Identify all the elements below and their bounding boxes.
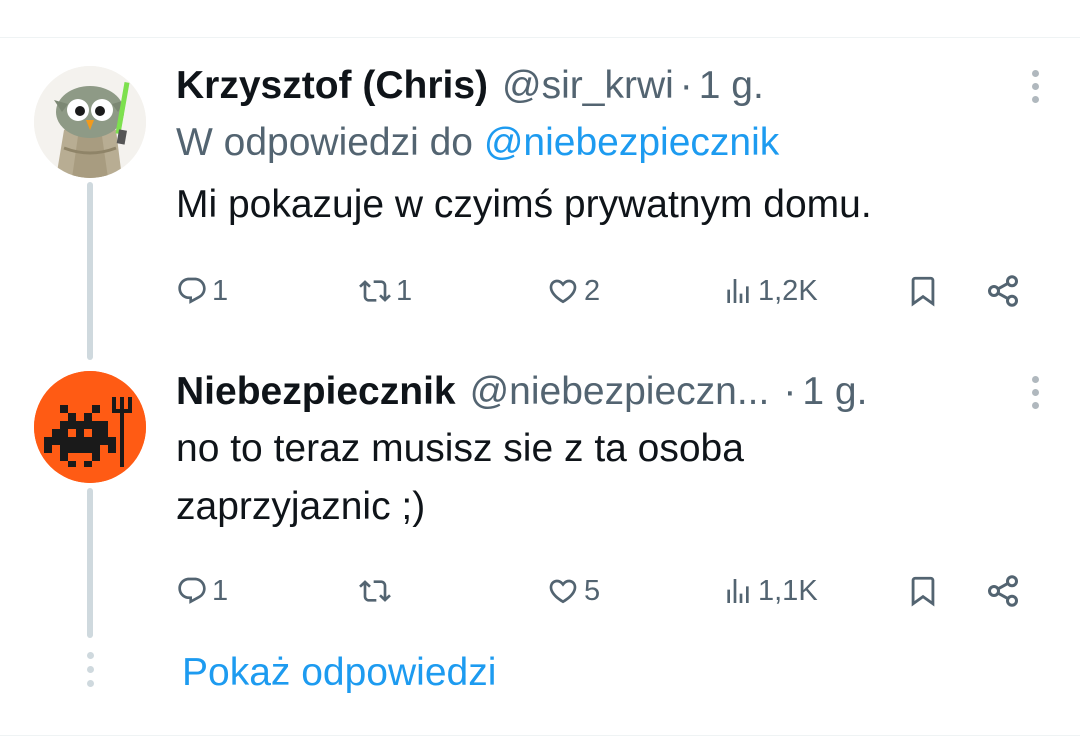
thread-line: [87, 182, 93, 360]
show-replies-link[interactable]: Pokaż odpowiedzi: [182, 645, 496, 701]
share-icon: [988, 275, 1018, 307]
author-handle[interactable]: @sir_krwi: [502, 58, 674, 114]
author-name[interactable]: Krzysztof (Chris): [176, 58, 488, 114]
thread-dots: [86, 652, 94, 687]
tweet-krzysztof[interactable]: Krzysztof (Chris) @sir_krwi · 1 g. W odp…: [176, 58, 1056, 307]
bookmark-icon: [911, 576, 935, 607]
reply-button[interactable]: 1: [176, 566, 228, 616]
reply-button[interactable]: 1: [176, 266, 228, 316]
tweet-actions: 1 1 2 1,2K: [176, 266, 1056, 316]
share-button[interactable]: [984, 566, 1022, 616]
author-handle[interactable]: @niebezpieczn...: [470, 364, 770, 420]
views-button[interactable]: 1,2K: [722, 266, 818, 316]
tweet-text: Mi pokazuje w czyimś prywatnym domu.: [176, 183, 872, 226]
like-count: 5: [584, 574, 601, 607]
reply-context: W odpowiedzi do @niebezpiecznik: [176, 114, 1056, 172]
share-button[interactable]: [984, 266, 1022, 316]
retweet-button[interactable]: 1: [358, 266, 412, 316]
tweet-time[interactable]: 1 g.: [802, 364, 867, 420]
author-name[interactable]: Niebezpiecznik: [176, 364, 456, 420]
tweet-text: no to teraz musisz sie z ta osoba zaprzy…: [176, 427, 744, 528]
bookmark-icon: [911, 276, 935, 307]
like-button[interactable]: 2: [546, 266, 600, 316]
views-count: 1,2K: [758, 274, 818, 307]
pixel-devil-avatar-icon: [34, 371, 146, 483]
thread-line: [87, 488, 93, 638]
tweet-time[interactable]: 1 g.: [699, 58, 764, 114]
reply-icon: [178, 277, 206, 304]
reply-thread: Krzysztof (Chris) @sir_krwi · 1 g. W odp…: [0, 0, 1080, 740]
views-button[interactable]: 1,1K: [722, 566, 818, 616]
owl-jedi-avatar-icon: [34, 66, 146, 178]
like-icon: [549, 279, 577, 304]
share-icon: [988, 575, 1018, 607]
top-divider: [0, 37, 1080, 38]
views-icon: [727, 279, 749, 303]
more-icon[interactable]: [1030, 70, 1040, 103]
reply-count: 1: [212, 574, 229, 607]
reply-mention-link[interactable]: @niebezpiecznik: [484, 121, 779, 164]
avatar-niebezpiecznik[interactable]: [34, 371, 146, 483]
header-separator: ·: [783, 370, 797, 413]
tweet-actions: 1 5 1,1K: [176, 566, 1056, 616]
like-count: 2: [584, 274, 601, 307]
bottom-divider: [0, 735, 1080, 736]
reply-icon: [178, 577, 206, 604]
like-icon: [549, 579, 577, 604]
more-icon[interactable]: [1030, 376, 1040, 409]
tweet-header: Krzysztof (Chris) @sir_krwi · 1 g.: [176, 58, 1056, 114]
views-count: 1,1K: [758, 574, 818, 607]
tweet-header: Niebezpiecznik @niebezpieczn... · 1 g.: [176, 364, 1056, 420]
views-icon: [727, 579, 749, 603]
bookmark-button[interactable]: [906, 266, 940, 316]
reply-prefix: W odpowiedzi do: [176, 121, 484, 164]
avatar-krzysztof[interactable]: [34, 66, 146, 178]
retweet-icon: [359, 580, 391, 602]
header-separator: ·: [679, 64, 693, 107]
like-button[interactable]: 5: [546, 566, 600, 616]
reply-count: 1: [212, 274, 229, 307]
retweet-icon: [359, 280, 391, 302]
bookmark-button[interactable]: [906, 566, 940, 616]
retweet-count: 1: [396, 274, 413, 307]
tweet-niebezpiecznik[interactable]: Niebezpiecznik @niebezpieczn... · 1 g. n…: [176, 364, 1056, 607]
retweet-button[interactable]: [358, 566, 396, 616]
